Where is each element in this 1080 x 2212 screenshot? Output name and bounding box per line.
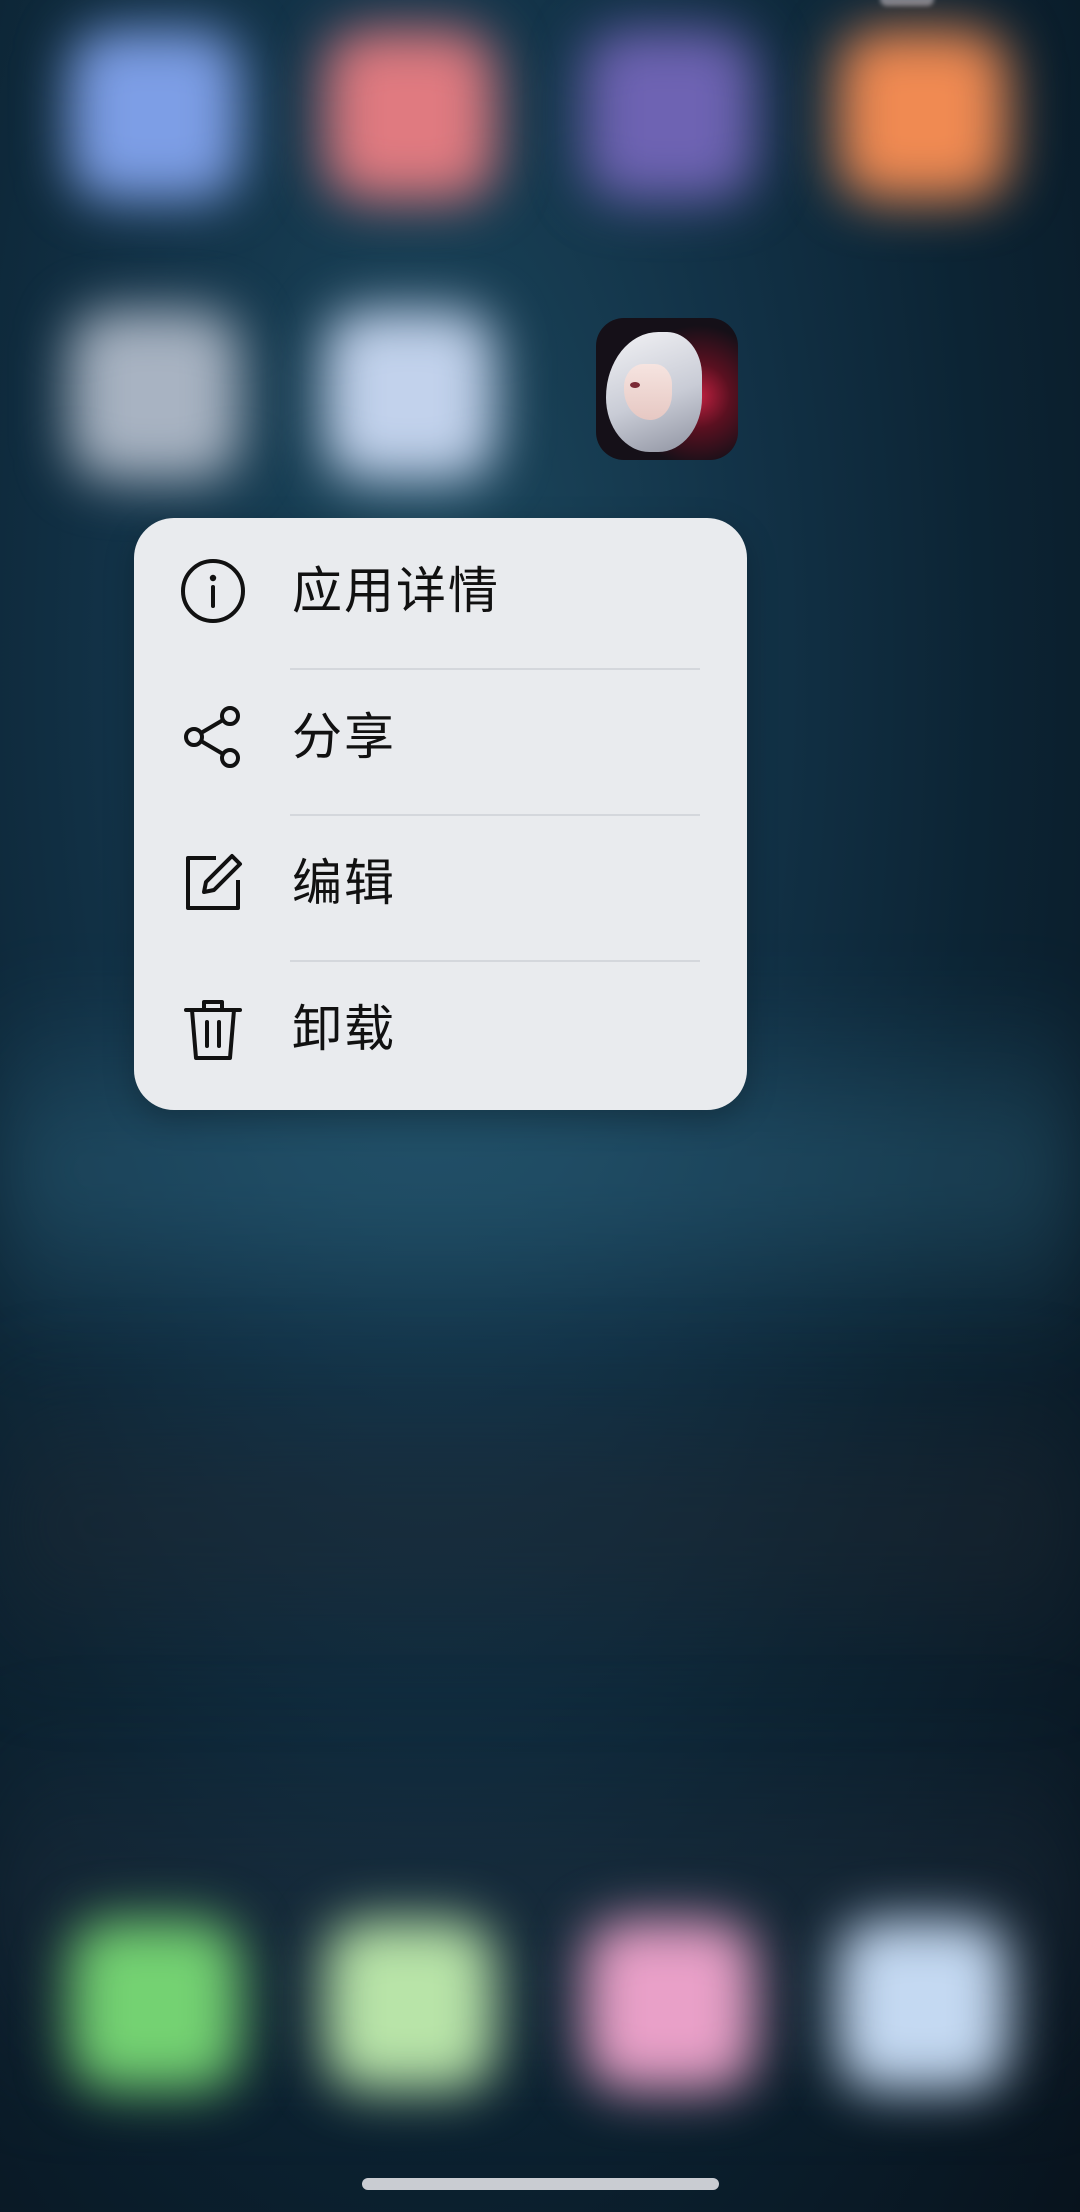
share-icon — [184, 706, 240, 768]
blurred-app-icon — [325, 310, 495, 480]
character-eye — [630, 382, 640, 388]
app-icon[interactable] — [596, 318, 738, 460]
home-indicator[interactable] — [362, 2178, 719, 2190]
blurred-app-icon — [70, 310, 240, 480]
menu-item-label: 分享 — [292, 708, 396, 766]
blurred-dock-icon — [70, 1920, 240, 2090]
menu-item-label: 卸载 — [292, 1000, 396, 1058]
info-circle-icon — [181, 559, 245, 623]
menu-item-edit[interactable]: 编辑 — [134, 810, 747, 955]
menu-item-label: 编辑 — [292, 854, 396, 912]
app-context-menu: 应用详情 分享 编辑 卸载 — [134, 518, 747, 1110]
blurred-dock-icon — [325, 1920, 495, 2090]
blurred-dock-icon — [838, 1920, 1008, 2090]
trash-icon — [184, 1000, 242, 1060]
blurred-dock-icon — [585, 1920, 755, 2090]
page-indicator — [880, 0, 934, 6]
blurred-app-icon — [70, 30, 240, 200]
menu-item-uninstall[interactable]: 卸载 — [134, 956, 747, 1101]
blurred-app-icon — [585, 30, 755, 200]
blurred-app-icon — [325, 30, 495, 200]
edit-icon — [186, 854, 242, 910]
blurred-app-icon — [838, 30, 1008, 200]
menu-item-share[interactable]: 分享 — [134, 664, 747, 809]
menu-item-label: 应用详情 — [292, 562, 500, 620]
menu-item-app-details[interactable]: 应用详情 — [134, 518, 747, 663]
character-face — [624, 364, 672, 420]
